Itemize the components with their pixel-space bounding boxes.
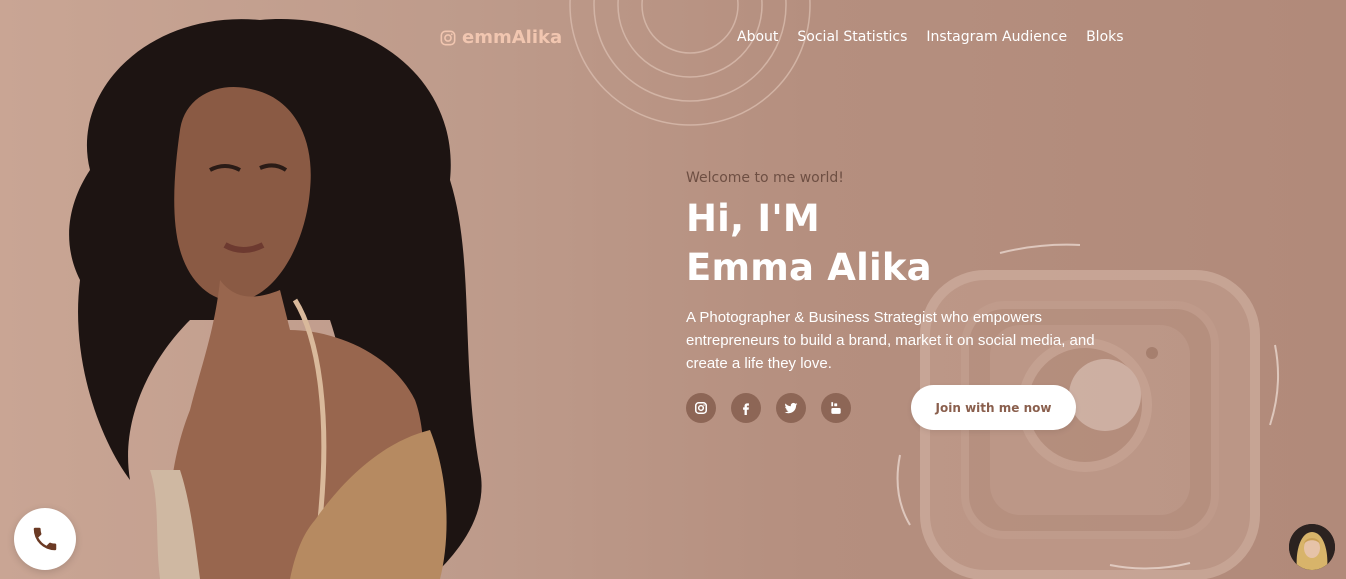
join-button[interactable]: Join with me now [911, 385, 1076, 430]
instagram-icon [694, 401, 708, 415]
nav-social-statistics[interactable]: Social Statistics [797, 29, 907, 45]
instagram-link[interactable] [686, 393, 716, 423]
hero-headline: Hi, I'M Emma Alika [686, 194, 1106, 292]
twitter-icon [784, 402, 798, 414]
brand-name: emmAlika [462, 27, 563, 48]
social-links [686, 393, 851, 423]
youtube-link[interactable] [821, 393, 851, 423]
facebook-icon [743, 403, 749, 415]
twitter-link[interactable] [776, 393, 806, 423]
phone-icon [33, 527, 57, 551]
main-nav: About Social Statistics Instagram Audien… [737, 29, 1124, 45]
decorative-rings [569, 0, 811, 126]
facebook-link[interactable] [731, 393, 761, 423]
nav-instagram-audience[interactable]: Instagram Audience [926, 29, 1067, 45]
portrait-image [69, 19, 482, 579]
hero-section: Welcome to me world! Hi, I'M Emma Alika … [686, 170, 1106, 375]
nav-about[interactable]: About [737, 29, 778, 45]
headline-line-2: Emma Alika [686, 246, 932, 289]
instagram-icon [440, 30, 456, 45]
welcome-text: Welcome to me world! [686, 170, 844, 186]
nav-bloks[interactable]: Bloks [1086, 29, 1123, 45]
chat-avatar[interactable] [1289, 524, 1335, 570]
youtube-icon [831, 402, 841, 414]
avatar-icon [1289, 524, 1335, 570]
brand-logo[interactable]: emmAlika [440, 27, 562, 48]
call-button[interactable] [14, 508, 76, 570]
hero-tagline: A Photographer & Business Strategist who… [686, 309, 1095, 372]
headline-line-1: Hi, I'M [686, 197, 820, 240]
